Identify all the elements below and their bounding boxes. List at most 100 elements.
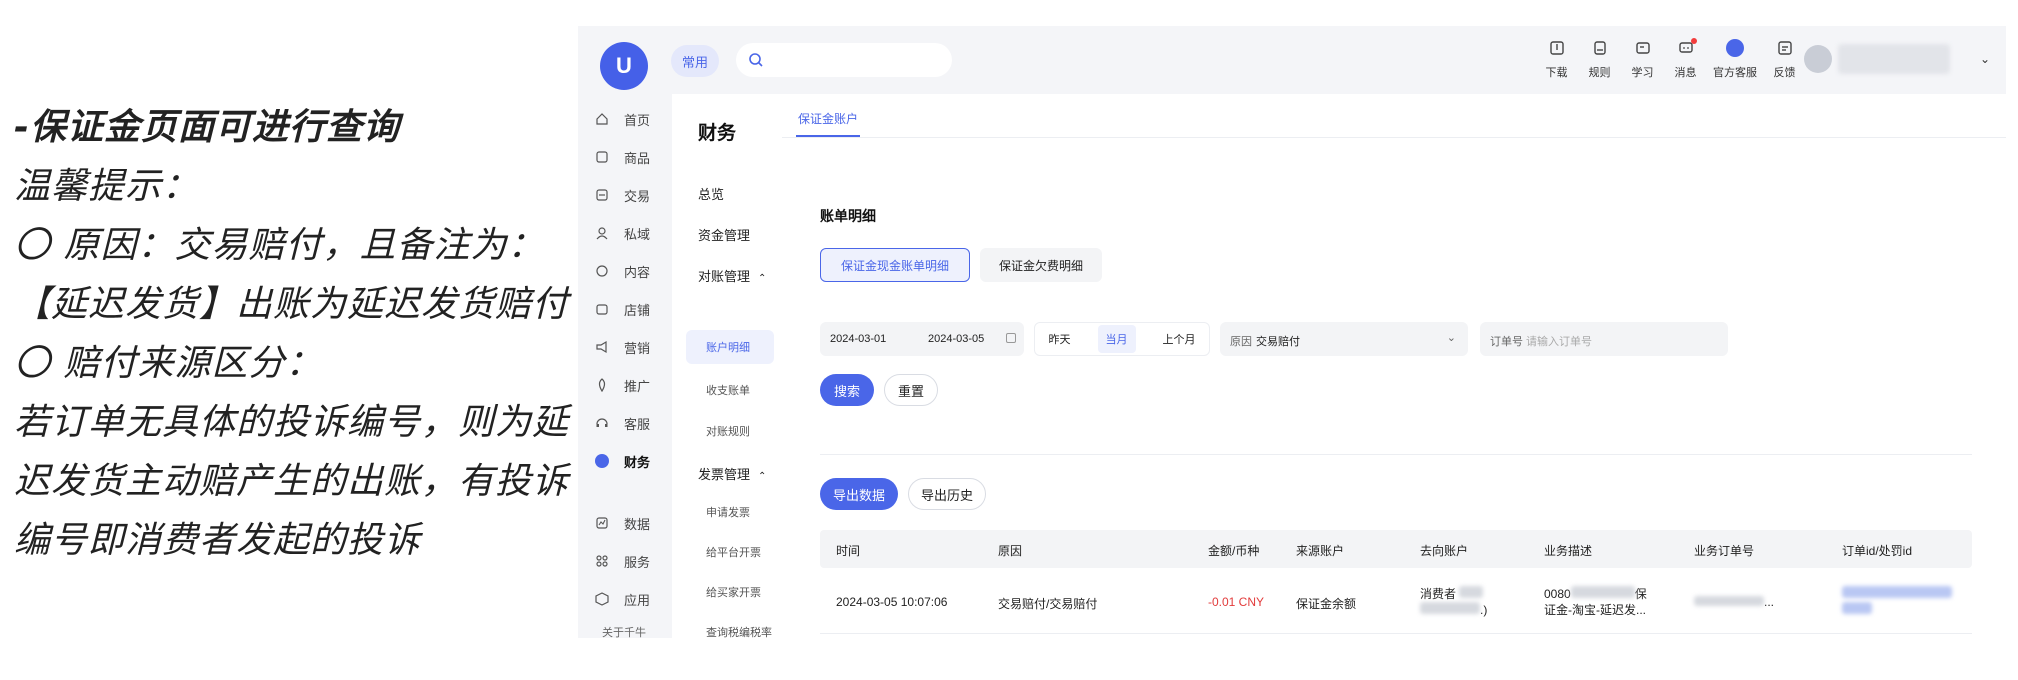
order-placeholder: 请输入订单号 — [1526, 336, 1592, 348]
tool-label: 下载 — [1545, 67, 1568, 79]
column-header: 时间 — [836, 544, 861, 558]
store-icon — [594, 301, 610, 317]
desc-line2: 证金-淘宝-延迟发... — [1544, 603, 1646, 617]
quick-this-month[interactable]: 当月 — [1097, 325, 1136, 353]
submenu-platform-invoice[interactable]: 给平台开票 — [706, 544, 761, 560]
chevron-down-icon: ⌄ — [1446, 332, 1456, 344]
dest-prefix: 消费者 — [1420, 587, 1457, 601]
finance-submenu: 财务 总览 资金管理 对账管理 ⌃ 账户明细 收支账单 对账规则 发票管理 ⌃ 申请… — [672, 94, 782, 638]
reason-select[interactable]: 原因 交易赔付 ⌄ — [1220, 322, 1468, 356]
submenu-reconcile-group[interactable]: 对账管理 ⌃ — [698, 266, 766, 285]
service-icon — [594, 415, 610, 431]
order-number-field[interactable]: 订单号 请输入订单号 — [1480, 322, 1728, 356]
tab-deposit-account[interactable]: 保证金账户 — [796, 110, 861, 137]
submenu-invoice-group[interactable]: 发票管理 ⌃ — [698, 464, 766, 483]
note-line: 迟发货主动赔产生的出账，有投诉 — [14, 461, 570, 502]
nav-item-service[interactable]: 客服 — [594, 412, 650, 434]
search-input[interactable] — [736, 43, 952, 77]
nav-label: 私域 — [624, 226, 651, 242]
nav-item-promotion[interactable]: 推广 — [594, 374, 650, 396]
search-icon — [749, 53, 763, 67]
tab-bar: 保证金账户 — [782, 94, 2006, 138]
nav-item-trade[interactable]: 交易 — [594, 184, 650, 206]
tool-rules[interactable]: 规则 — [1578, 38, 1621, 86]
note-line: 温馨提示： — [14, 166, 200, 207]
redacted — [1459, 586, 1484, 598]
cell-time: 2024-03-05 10:07:06 — [836, 595, 948, 609]
nav-label: 交易 — [624, 188, 651, 204]
nav-item-finance[interactable]: 财务 — [594, 450, 650, 472]
column-header: 原因 — [998, 544, 1023, 558]
trade-icon — [594, 187, 610, 203]
feedback-icon — [1775, 38, 1795, 58]
note-line: 〇 原因：交易赔付，且备注为： — [14, 225, 545, 266]
nav-label: 服务 — [624, 554, 651, 570]
quick-last-month[interactable]: 上个月 — [1163, 331, 1196, 347]
download-icon — [1547, 38, 1567, 58]
tab-cash-bill-detail[interactable]: 保证金现金账单明细 — [820, 248, 970, 282]
annotation-note: -保证金页面可进行查询 温馨提示： 〇 原因：交易赔付，且备注为： 【延迟发货】… — [14, 98, 574, 570]
rules-icon — [1590, 38, 1610, 58]
common-chip[interactable]: 常用 — [671, 45, 719, 77]
submenu-income-expense[interactable]: 收支账单 — [706, 382, 750, 398]
submenu-group-label: 发票管理 — [698, 467, 751, 482]
nav-item-content[interactable]: 内容 — [594, 260, 650, 282]
tool-label: 规则 — [1588, 67, 1611, 79]
nav-item-private-domain[interactable]: 私域 — [594, 222, 650, 244]
nav-item-marketing[interactable]: 营销 — [594, 336, 650, 358]
tool-customer-service[interactable]: 官方客服 — [1707, 38, 1763, 86]
column-header: 来源账户 — [1296, 544, 1345, 558]
note-title: -保证金页面可进行查询 — [14, 107, 400, 148]
cell-description: 0080 保 证金-淘宝-延迟发... — [1544, 586, 1647, 618]
tab-debt-detail[interactable]: 保证金欠费明细 — [980, 248, 1102, 282]
export-history-button[interactable]: 导出历史 — [908, 478, 986, 510]
user-menu[interactable]: ⌄ — [1803, 44, 1990, 74]
nav-item-home[interactable]: 首页 — [594, 108, 650, 130]
submenu-buyer-invoice[interactable]: 给买家开票 — [706, 584, 761, 600]
user-name-redacted — [1837, 44, 1950, 74]
nav-item-apps-service[interactable]: 服务 — [594, 550, 650, 572]
app-logo[interactable]: U — [600, 42, 648, 90]
order-label: 订单号 — [1490, 336, 1523, 348]
submenu-overview[interactable]: 总览 — [698, 184, 724, 203]
tool-label: 官方客服 — [1713, 67, 1757, 79]
chevron-up-icon: ⌃ — [758, 273, 767, 284]
submenu-reconcile-rules[interactable]: 对账规则 — [706, 423, 750, 439]
column-header: 去向账户 — [1420, 544, 1469, 558]
date-end: 2024-03-05 — [928, 333, 985, 345]
about-link[interactable]: 关于千牛 — [602, 624, 646, 638]
note-line: 【延迟发货】出账为延迟发货赔付 — [14, 284, 570, 325]
note-line: 〇 赔付来源区分： — [14, 343, 323, 384]
submenu-apply-invoice[interactable]: 申请发票 — [706, 504, 750, 520]
nav-item-data[interactable]: 数据 — [594, 512, 650, 534]
nav-label: 推广 — [624, 378, 651, 394]
apps-icon — [594, 591, 610, 607]
tool-learn[interactable]: 学习 — [1621, 38, 1664, 86]
cell-order-id-link[interactable] — [1842, 586, 1952, 618]
reset-button[interactable]: 重置 — [884, 374, 938, 406]
note-line: 若订单无具体的投诉编号，则为延 — [14, 402, 570, 443]
submenu-funds[interactable]: 资金管理 — [698, 225, 750, 244]
nav-item-store[interactable]: 店铺 — [594, 298, 650, 320]
date-range-picker[interactable]: 2024-03-01 2024-03-05 — [820, 322, 1024, 356]
search-button[interactable]: 搜索 — [820, 374, 874, 406]
top-bar: U 常用 下载 规则 学习 消息 官方客服 反馈 ⌄ — [578, 26, 2006, 94]
home-icon — [594, 111, 610, 127]
nav-item-apps[interactable]: 应用 — [594, 588, 650, 610]
cell-source: 保证金余额 — [1296, 597, 1357, 611]
tool-download[interactable]: 下载 — [1535, 38, 1578, 86]
reason-value: 交易赔付 — [1256, 336, 1300, 348]
private-domain-icon — [594, 225, 610, 241]
nav-label: 首页 — [624, 112, 651, 128]
redacted — [1420, 602, 1480, 614]
tool-feedback[interactable]: 反馈 — [1763, 38, 1806, 86]
promotion-icon — [594, 377, 610, 393]
nav-item-goods[interactable]: 商品 — [594, 146, 650, 168]
nav-label: 应用 — [624, 592, 651, 608]
export-data-button[interactable]: 导出数据 — [820, 478, 898, 510]
quick-yesterday[interactable]: 昨天 — [1049, 331, 1071, 347]
submenu-account-detail[interactable]: 账户明细 — [686, 330, 774, 364]
table-row[interactable]: 2024-03-05 10:07:06 交易赔付/交易赔付 -0.01 CNY … — [820, 570, 1972, 634]
tool-message[interactable]: 消息 — [1664, 38, 1707, 86]
submenu-tax-code[interactable]: 查询税编税率 — [706, 624, 772, 638]
